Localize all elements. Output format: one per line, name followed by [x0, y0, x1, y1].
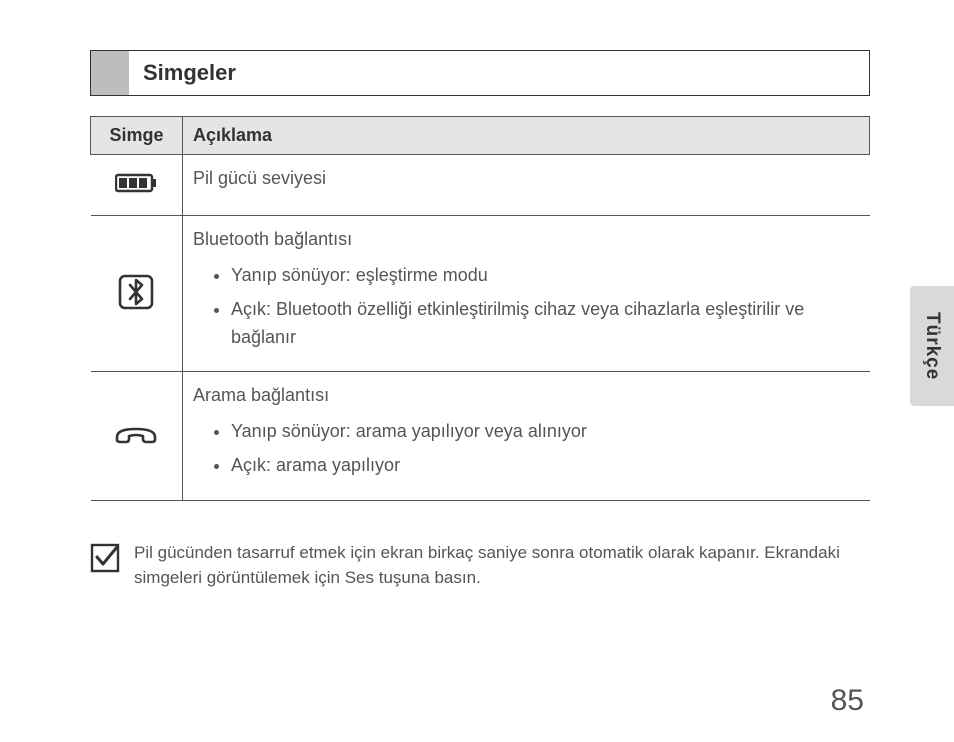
section-title: Simgeler: [129, 51, 236, 95]
bullet-item: Yanıp sönüyor: eşleştirme modu: [231, 262, 860, 290]
desc-cell: Pil gücü seviyesi: [183, 155, 870, 216]
desc-bullets: Yanıp sönüyor: arama yapılıyor veya alın…: [193, 418, 860, 480]
section-header: Simgeler: [90, 50, 870, 96]
page-number: 85: [831, 684, 864, 718]
table-row: Pil gücü seviyesi: [91, 155, 870, 216]
table-row: Arama bağlantısı Yanıp sönüyor: arama ya…: [91, 372, 870, 501]
icon-cell: [91, 215, 183, 372]
icon-cell: [91, 155, 183, 216]
note-block: Pil gücünden tasarruf etmek için ekran b…: [90, 541, 870, 590]
col-header-desc: Açıklama: [183, 117, 870, 155]
desc-title: Pil gücü seviyesi: [193, 165, 860, 193]
bullet-item: Açık: Bluetooth özelliği etkinleştirilmi…: [231, 296, 860, 352]
desc-cell: Bluetooth bağlantısı Yanıp sönüyor: eşle…: [183, 215, 870, 372]
table-row: Bluetooth bağlantısı Yanıp sönüyor: eşle…: [91, 215, 870, 372]
desc-cell: Arama bağlantısı Yanıp sönüyor: arama ya…: [183, 372, 870, 501]
phone-icon: [113, 423, 159, 445]
language-label: Türkçe: [921, 312, 943, 380]
col-header-icon: Simge: [91, 117, 183, 155]
desc-title: Arama bağlantısı: [193, 382, 860, 410]
language-tab: Türkçe: [910, 286, 954, 406]
icons-table: Simge Açıklama Pil gücü seviyes: [90, 116, 870, 501]
battery-icon: [115, 172, 157, 194]
bullet-item: Yanıp sönüyor: arama yapılıyor veya alın…: [231, 418, 860, 446]
note-text: Pil gücünden tasarruf etmek için ekran b…: [134, 541, 870, 590]
desc-title: Bluetooth bağlantısı: [193, 226, 860, 254]
page-content: Simgeler Simge Açıklama: [90, 50, 870, 590]
bluetooth-icon: [117, 273, 155, 311]
desc-bullets: Yanıp sönüyor: eşleştirme modu Açık: Blu…: [193, 262, 860, 352]
icon-cell: [91, 372, 183, 501]
section-accent: [91, 51, 129, 95]
checkbox-icon: [90, 543, 120, 573]
bullet-item: Açık: arama yapılıyor: [231, 452, 860, 480]
